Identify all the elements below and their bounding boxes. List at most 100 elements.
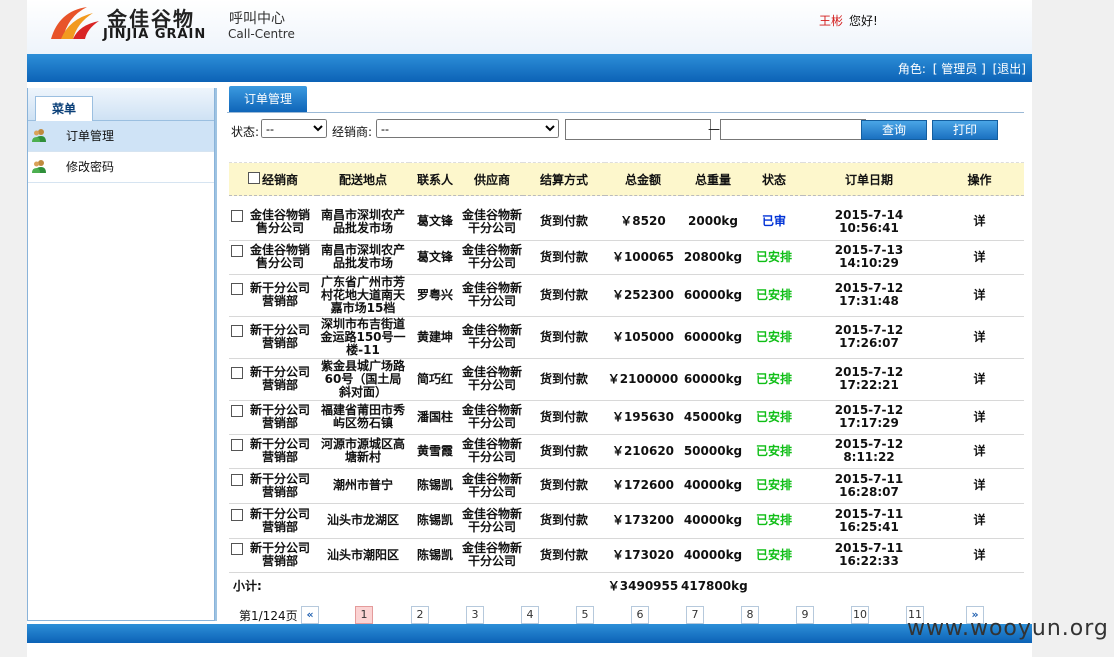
amount-cell: ￥252300	[605, 274, 681, 317]
weight-cell-text: 60000kg	[683, 287, 743, 302]
supplier-cell-text: 金佳谷物新干分公司	[462, 541, 523, 568]
row-checkbox[interactable]	[231, 245, 243, 257]
detail-link[interactable]: 详	[935, 274, 1024, 317]
dealer-cell: 新干分公司营销部	[229, 468, 317, 504]
weight-cell: 40000kg	[681, 538, 745, 573]
page-button-9[interactable]: 9	[796, 606, 814, 624]
amount-cell-text: ￥210620	[611, 443, 675, 458]
row-checkbox[interactable]	[231, 543, 243, 555]
weight-cell-text: 60000kg	[683, 371, 743, 386]
tab-order-management[interactable]: 订单管理	[229, 86, 307, 112]
page-button-6[interactable]: 6	[631, 606, 649, 624]
amount-cell-text: ￥252300	[611, 287, 675, 302]
row-checkbox[interactable]	[231, 473, 243, 486]
place-cell-text: 福建省莆田市秀屿区笏石镇	[320, 403, 405, 430]
place-cell-text: 南昌市深圳农产品批发市场	[320, 207, 405, 235]
weight-cell-text: 2000kg	[688, 214, 738, 229]
sidebar-item-change-password[interactable]: 修改密码	[28, 152, 214, 183]
column-header: 结算方式	[523, 162, 605, 196]
table-row: 新干分公司营销部 广东省广州市芳村花地大道南天嘉市场15档 罗粤兴 金佳谷物新干分公司…	[229, 274, 1024, 317]
detail-link-text: 详	[973, 478, 986, 492]
column-header: 订单日期	[803, 162, 935, 196]
detail-link[interactable]: 详	[935, 400, 1024, 435]
place-cell-text: 南昌市深圳农产品批发市场	[320, 243, 405, 270]
dealer-cell-text: 新干分公司营销部	[249, 541, 310, 568]
dealer-select[interactable]: --	[376, 119, 559, 138]
row-checkbox[interactable]	[231, 209, 243, 222]
status-cell-text: 已安排	[755, 478, 792, 492]
row-checkbox[interactable]	[231, 405, 243, 417]
detail-link[interactable]: 详	[935, 358, 1024, 401]
query-button[interactable]: 查询	[861, 120, 927, 140]
sidebar-header: 菜单	[28, 88, 214, 121]
select-all-checkbox[interactable]	[247, 171, 260, 184]
payment-cell-text: 货到付款	[539, 409, 588, 424]
date-to-input[interactable]	[720, 119, 866, 140]
weight-cell: 60000kg	[681, 358, 745, 401]
row-checkbox[interactable]	[231, 325, 243, 337]
page-button-8[interactable]: 8	[741, 606, 759, 624]
table-row: 新干分公司营销部 紫金县城广场路60号（国土局斜对面） 简巧红 金佳谷物新干分公司 货到…	[229, 358, 1024, 401]
detail-link[interactable]: 详	[935, 316, 1024, 359]
subtotal-empty	[935, 572, 1024, 601]
status-select[interactable]: --	[261, 119, 327, 138]
place-cell: 潮州市普宁	[317, 468, 409, 504]
detail-link[interactable]: 详	[935, 468, 1024, 504]
amount-cell-text: ￥2100000	[607, 371, 679, 386]
subtotal-row: 小计: ￥3490955 417800kg	[229, 572, 1024, 601]
user-name: 王彬	[819, 14, 844, 28]
detail-link-text: 详	[973, 409, 986, 424]
dealer-label: 经销商:	[332, 125, 373, 139]
users-icon	[32, 129, 46, 142]
supplier-cell-text: 金佳谷物新干分公司	[462, 403, 523, 430]
page-button-1[interactable]: 1	[355, 606, 373, 624]
page-button-10[interactable]: 10	[851, 606, 869, 624]
payment-cell: 货到付款	[523, 400, 605, 435]
contact-cell: 黄雪霞	[409, 434, 461, 469]
place-cell: 南昌市深圳农产品批发市场	[317, 240, 409, 275]
detail-link-text: 详	[973, 214, 986, 229]
row-checkbox[interactable]	[231, 439, 243, 451]
date-from-input[interactable]	[565, 119, 711, 140]
row-checkbox[interactable]	[231, 367, 243, 379]
subtotal-amount: ￥3490955	[607, 579, 679, 593]
page-button-3[interactable]: 3	[466, 606, 484, 624]
table-row: 新干分公司营销部 汕头市潮阳区 陈锡凯 金佳谷物新干分公司 货到付款 ￥173020 400…	[229, 538, 1024, 573]
prev-page-button[interactable]: «	[301, 606, 319, 624]
detail-link[interactable]: 详	[935, 204, 1024, 241]
detail-link[interactable]: 详	[935, 434, 1024, 469]
weight-cell: 40000kg	[681, 503, 745, 539]
amount-cell-text: ￥173020	[611, 547, 675, 562]
role-value: [ 管理员 ]	[932, 62, 986, 76]
subtotal-empty	[745, 572, 803, 601]
contact-cell-text: 潘国柱	[416, 409, 453, 424]
page-button-2[interactable]: 2	[411, 606, 429, 624]
dealer-cell: 金佳谷物销售分公司	[229, 204, 317, 241]
payment-cell-text: 货到付款	[539, 214, 588, 229]
supplier-cell: 金佳谷物新干分公司	[461, 503, 523, 539]
table-row: 新干分公司营销部 潮州市普宁 陈锡凯 金佳谷物新干分公司 货到付款 ￥172600 4000…	[229, 468, 1024, 504]
dealer-cell-text: 金佳谷物销售分公司	[249, 207, 310, 235]
sidebar-item-order-management[interactable]: 订单管理	[28, 121, 214, 152]
contact-cell-text: 罗粤兴	[416, 287, 453, 302]
status-label: 状态:	[231, 125, 260, 139]
column-header: 经销商	[229, 162, 317, 196]
detail-link[interactable]: 详	[935, 538, 1024, 573]
row-checkbox[interactable]	[231, 283, 243, 295]
page-button-4[interactable]: 4	[521, 606, 539, 624]
contact-cell: 陈锡凯	[409, 503, 461, 539]
subtotal-empty	[317, 572, 409, 601]
supplier-cell: 金佳谷物新干分公司	[461, 538, 523, 573]
supplier-cell: 金佳谷物新干分公司	[461, 434, 523, 469]
payment-cell-text: 货到付款	[539, 478, 588, 492]
detail-link[interactable]: 详	[935, 240, 1024, 275]
dealer-cell: 新干分公司营销部	[229, 400, 317, 435]
logout-link[interactable]: [退出]	[993, 62, 1026, 76]
page-button-7[interactable]: 7	[686, 606, 704, 624]
row-checkbox[interactable]	[231, 508, 243, 521]
status-cell-text: 已安排	[755, 287, 792, 302]
page-button-5[interactable]: 5	[576, 606, 594, 624]
print-button[interactable]: 打印	[932, 120, 998, 140]
detail-link[interactable]: 详	[935, 503, 1024, 539]
subtotal-empty	[803, 572, 935, 601]
